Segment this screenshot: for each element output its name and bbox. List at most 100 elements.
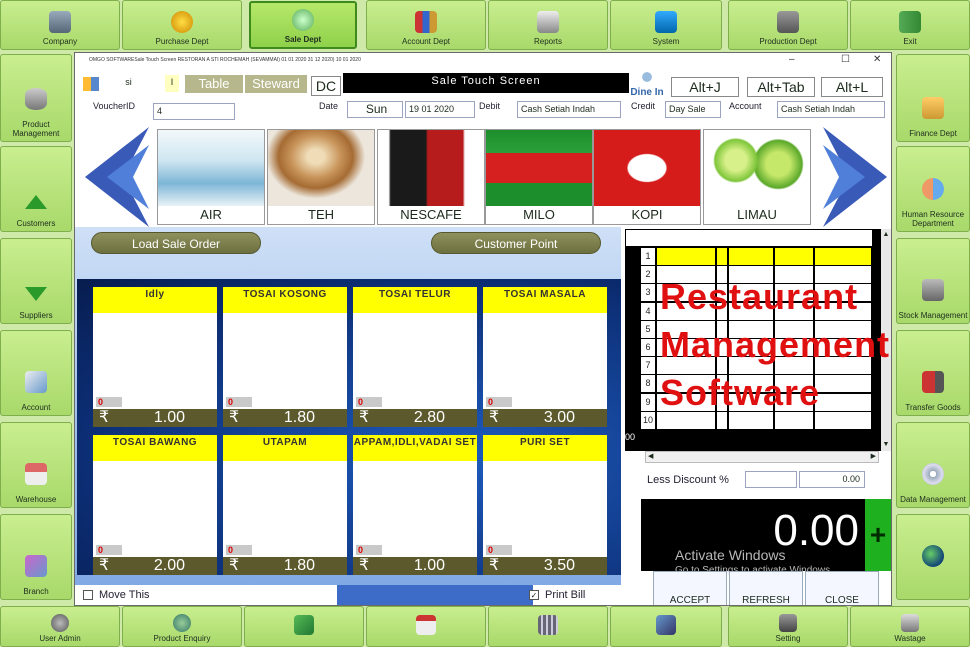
customer-point-button[interactable]: Customer Point [431,232,601,254]
nav-human-resource-button[interactable]: Human Resource Department [896,146,970,232]
product-air[interactable]: AIR [157,129,265,225]
nav-account-button[interactable]: Account [0,330,72,416]
nav-stock-management-button[interactable]: Stock Management [896,238,970,324]
nav-sale-dept-button[interactable]: Sale Dept [249,1,357,49]
nav-account-dept-button[interactable]: Account Dept [366,0,486,50]
grid-cell[interactable] [729,248,773,265]
menu-item-tile[interactable]: TOSAI KOSONG 0 ₹1.80 [223,287,347,427]
menu-item-tile[interactable]: Idly 0 ₹1.00 [93,287,217,427]
maximize-icon[interactable]: ☐ [841,53,850,67]
load-sale-order-button[interactable]: Load Sale Order [91,232,261,254]
nav-finance-dept-button[interactable]: Finance Dept [896,54,970,142]
nav-calendar-button[interactable] [366,606,486,647]
move-this-checkbox[interactable] [83,590,93,600]
voucher-id-field[interactable]: 4 [153,103,235,120]
nav-wastage-button[interactable]: Wastage [850,606,970,647]
alt-l-button[interactable]: Alt+L [821,77,883,97]
nav-warehouse-button[interactable]: Warehouse [0,422,72,508]
grid-cell[interactable] [657,248,715,265]
print-bill-checkbox[interactable]: ✓ [529,590,539,600]
product-kopi[interactable]: KOPI [593,129,701,225]
nav-company-button[interactable]: Company [0,0,120,50]
move-this-label: Move This [99,589,150,601]
product-limau[interactable]: LIMAU [703,129,811,225]
nav-branch-button[interactable]: Branch [0,514,72,600]
table-button[interactable]: Table [185,75,243,93]
date-field[interactable]: 19 01 2020 [405,101,475,118]
nav-network-button[interactable] [610,606,722,647]
menu-tiles-panel: Idly 0 ₹1.00 TOSAI KOSONG 0 ₹1.80 TOSAI … [77,279,621,575]
rupee-icon: ₹ [99,557,110,574]
overlay-line: Management [660,324,891,365]
nav-label: Account Dept [401,37,451,46]
people-icon [922,178,944,200]
alt-j-button[interactable]: Alt+J [671,77,739,97]
product-nescafe[interactable]: NESCAFE [377,129,485,225]
menu-item-name: TOSAI MASALA [483,287,607,313]
discount-percent-field[interactable] [745,471,797,488]
product-name: LIMAU [704,206,810,224]
nav-label: Production Dept [759,37,817,46]
steward-button[interactable]: Steward [245,75,307,93]
nav-product-enquiry-button[interactable]: Product Enquiry [122,606,242,647]
scroll-left-icon[interactable] [79,127,159,227]
nav-grid-button[interactable] [488,606,608,647]
minimize-icon[interactable]: – [789,53,795,67]
nav-label: Exit [903,37,917,46]
scroll-right-icon[interactable] [813,127,892,227]
scroll-right-small-icon[interactable]: ▶ [871,452,876,460]
dine-in-label: Dine In [630,87,664,98]
wastage-icon [901,614,919,632]
product-teh[interactable]: TEH [267,129,375,225]
nav-notepad-button[interactable] [244,606,364,647]
nav-globe-button[interactable] [896,514,970,600]
menu-item-qty: 0 [356,545,382,555]
menu-item-tile[interactable]: TOSAI BAWANG 0 ₹2.00 [93,435,217,575]
menu-item-name: PURI SET [483,435,607,461]
grid-row-number: 3 [641,284,655,302]
menu-item-tile[interactable]: UTAPAM 0 ₹1.80 [223,435,347,575]
refresh-button[interactable]: REFRESH [729,571,803,605]
scroll-down-icon[interactable]: ▼ [881,441,891,449]
menu-item-tile[interactable]: APPAM,IDLI,VADAI SET 0 ₹1.00 [353,435,477,575]
nav-label: Warehouse [15,495,57,504]
nav-production-dept-button[interactable]: Production Dept [728,0,848,50]
product-milo[interactable]: MILO [485,129,593,225]
grid-cell[interactable] [717,248,727,265]
nav-label: Product Management [12,120,60,138]
nav-user-admin-button[interactable]: User Admin [0,606,120,647]
nav-customers-button[interactable]: Customers [0,146,72,232]
nav-exit-button[interactable]: Exit [850,0,970,50]
discount-value-field[interactable]: 0.00 [799,471,865,488]
nav-setting-button[interactable]: Setting [728,606,848,647]
menu-item-tile[interactable]: PURI SET 0 ₹3.50 [483,435,607,575]
company-icon [49,11,71,33]
nav-product-management-button[interactable]: Product Management [0,54,72,142]
scroll-up-icon[interactable]: ▲ [881,231,891,239]
nav-purchase-dept-button[interactable]: Purchase Dept [122,0,242,50]
menu-item-tile[interactable]: TOSAI TELUR 0 ₹2.80 [353,287,477,427]
menu-item-price: 3.00 [543,409,575,426]
alt-tab-button[interactable]: Alt+Tab [747,77,815,97]
grid-cell[interactable] [775,248,813,265]
nav-data-management-button[interactable]: Data Management [896,422,970,508]
nav-system-button[interactable]: System [610,0,722,50]
nav-reports-button[interactable]: Reports [488,0,608,50]
debit-field[interactable]: Cash Setiah Indah [517,101,621,118]
kopi-image [594,130,700,206]
close-icon[interactable]: ✕ [873,53,881,67]
product-name: MILO [486,206,592,224]
nav-transfer-goods-button[interactable]: Transfer Goods [896,330,970,416]
credit-field[interactable]: Day Sale [665,101,721,118]
close-button[interactable]: CLOSE [805,571,879,605]
nav-suppliers-button[interactable]: Suppliers [0,238,72,324]
scroll-left-small-icon[interactable]: ◀ [648,452,653,460]
accept-button[interactable]: ACCEPT [653,571,727,605]
grid-hscrollbar[interactable]: ◀ ▶ [645,451,879,463]
grid-cell[interactable] [815,248,871,265]
user-field[interactable]: si [101,75,153,92]
dc-button[interactable]: DC [311,76,341,96]
menu-item-tile[interactable]: TOSAI MASALA 0 ₹3.00 [483,287,607,427]
account-field[interactable]: Cash Setiah Indah [777,101,885,118]
add-button[interactable]: + [865,499,891,571]
